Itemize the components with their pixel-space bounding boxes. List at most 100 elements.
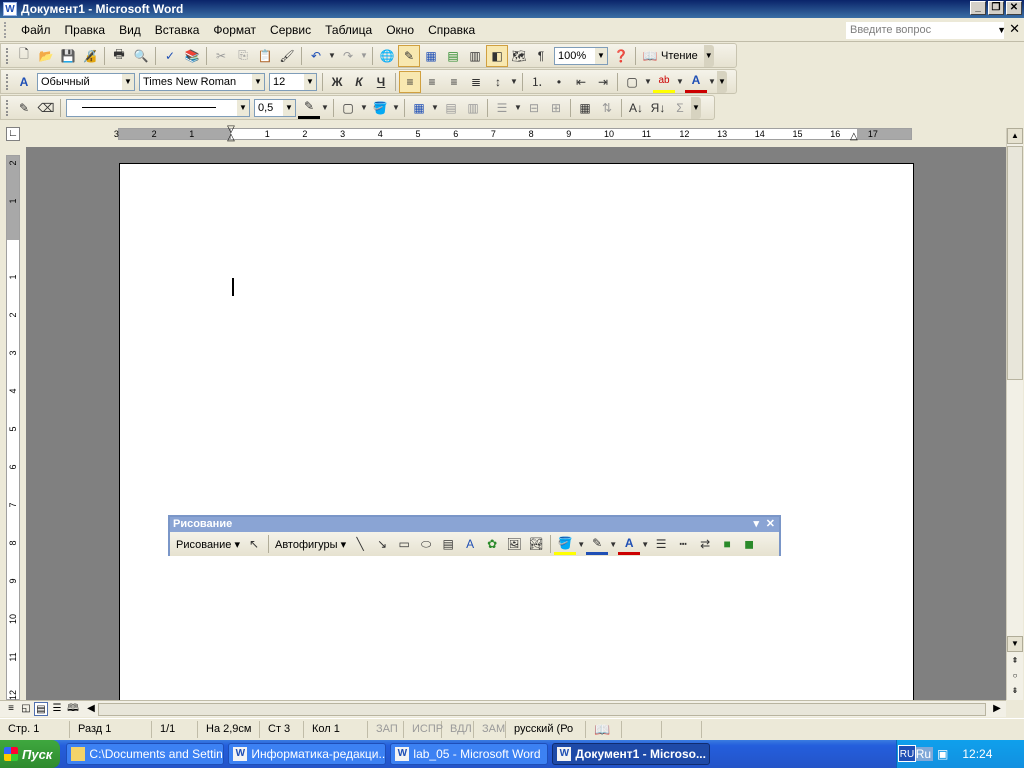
- toolbar-options-icon[interactable]: ▾: [753, 517, 759, 532]
- next-page-icon[interactable]: ⇟: [1007, 684, 1023, 700]
- fill-color-icon[interactable]: 🪣: [554, 533, 577, 555]
- toolbar-options-icon[interactable]: ▼: [703, 44, 714, 67]
- chevron-down-icon[interactable]: ▼: [122, 73, 134, 90]
- highlight-dropdown-icon[interactable]: ▼: [675, 71, 685, 93]
- drawing-icon[interactable]: ◧: [486, 44, 508, 67]
- highlight-icon[interactable]: ab: [653, 71, 675, 93]
- undo-icon[interactable]: ↶: [305, 45, 327, 67]
- font-color-dropdown-icon[interactable]: ▼: [707, 71, 717, 93]
- tab-selector[interactable]: ∟: [6, 127, 20, 141]
- sort-descending-icon[interactable]: Я↓: [647, 97, 669, 119]
- menu-view[interactable]: Вид: [112, 23, 148, 37]
- spelling-icon[interactable]: ✓: [159, 45, 181, 67]
- redo-dropdown-icon[interactable]: ▼: [359, 45, 369, 67]
- style-select[interactable]: Обычный ▼: [37, 72, 135, 91]
- underline-icon[interactable]: Ч: [370, 71, 392, 93]
- scroll-left-icon[interactable]: ◀: [84, 702, 98, 716]
- web-view-icon[interactable]: ◱: [19, 702, 33, 716]
- chevron-down-icon[interactable]: ▼: [252, 73, 264, 90]
- print-preview-icon[interactable]: 🔍: [130, 45, 152, 67]
- line-color-dropdown-icon[interactable]: ▼: [608, 533, 618, 555]
- arrow-icon[interactable]: ↘: [371, 533, 393, 555]
- close-document-icon[interactable]: ✕: [1009, 21, 1020, 37]
- close-icon[interactable]: ✕: [766, 517, 775, 532]
- format-painter-icon[interactable]: 🖌: [276, 45, 298, 67]
- menu-insert[interactable]: Вставка: [148, 23, 207, 37]
- toolbar-options-icon[interactable]: ▼: [717, 70, 727, 93]
- font-color-icon[interactable]: A: [685, 71, 707, 93]
- picture-icon[interactable]: 🏞: [525, 533, 547, 555]
- chevron-down-icon[interactable]: ▼: [595, 47, 607, 64]
- align-left-icon[interactable]: ≡: [399, 70, 421, 93]
- status-ext[interactable]: ВДЛ: [442, 720, 474, 738]
- sort-ascending-icon[interactable]: A↓: [625, 97, 647, 119]
- menu-edit[interactable]: Правка: [58, 23, 113, 37]
- menu-format[interactable]: Формат: [206, 23, 263, 37]
- chevron-down-icon[interactable]: ▼: [237, 99, 249, 116]
- drawing-toolbar-title[interactable]: Рисование ▾ ✕: [170, 517, 779, 532]
- document-page[interactable]: [119, 163, 914, 700]
- font-size-select[interactable]: 12 ▼: [269, 72, 317, 91]
- arrow-style-icon[interactable]: ⇄: [694, 533, 716, 555]
- line-spacing-icon[interactable]: ↕: [487, 71, 509, 93]
- toolbar-grip[interactable]: [6, 47, 9, 64]
- taskbar-item-informatika[interactable]: W Информатика-редакци...: [228, 743, 387, 765]
- insert-table-icon[interactable]: ▦: [420, 45, 442, 67]
- menu-tools[interactable]: Сервис: [263, 23, 318, 37]
- columns-icon[interactable]: ▥: [464, 45, 486, 67]
- clock[interactable]: 12:24: [962, 747, 992, 761]
- draw-menu-button[interactable]: Рисование ▾: [173, 538, 243, 551]
- show-hide-icon[interactable]: ¶: [530, 45, 552, 67]
- select-browse-object-icon[interactable]: ○: [1007, 669, 1023, 685]
- toolbar-grip[interactable]: [6, 73, 9, 90]
- numbering-icon[interactable]: ⒈: [526, 71, 548, 93]
- horizontal-scrollbar[interactable]: ≡ ◱ ▤ ☰ 🕮 ◀ ▶: [0, 700, 1006, 717]
- decrease-indent-icon[interactable]: ⇤: [570, 71, 592, 93]
- ask-dropdown-icon[interactable]: ▼: [997, 22, 1006, 39]
- align-cell-icon[interactable]: ☰: [491, 97, 513, 119]
- oval-icon[interactable]: ⬭: [415, 533, 437, 555]
- borders-icon[interactable]: ▢: [621, 71, 643, 93]
- border-color-icon[interactable]: ✎: [298, 97, 320, 119]
- chevron-down-icon[interactable]: ▼: [283, 99, 295, 116]
- diagram-icon[interactable]: ✿: [481, 533, 503, 555]
- start-button[interactable]: Пуск: [0, 740, 61, 768]
- italic-icon[interactable]: К: [348, 71, 370, 93]
- toolbar-options-icon[interactable]: ▼: [691, 96, 701, 119]
- text-direction-icon[interactable]: ⇅: [596, 97, 618, 119]
- font-color-icon[interactable]: A: [618, 533, 641, 555]
- line-color-icon[interactable]: ✎: [586, 533, 609, 555]
- undo-dropdown-icon[interactable]: ▼: [327, 45, 337, 67]
- menu-window[interactable]: Окно: [379, 23, 421, 37]
- select-objects-icon[interactable]: ↖: [243, 533, 265, 555]
- hyperlink-icon[interactable]: 🌐: [376, 45, 398, 67]
- 3d-style-icon[interactable]: ◼: [738, 533, 760, 555]
- distribute-rows-icon[interactable]: ⊟: [523, 97, 545, 119]
- new-document-icon[interactable]: 🗋: [13, 45, 35, 67]
- ask-question-input[interactable]: Введите вопрос: [846, 22, 1004, 39]
- document-area[interactable]: [26, 147, 1006, 700]
- shading-dropdown-icon[interactable]: ▼: [391, 97, 401, 119]
- chevron-down-icon[interactable]: ▼: [304, 73, 316, 90]
- menu-help[interactable]: Справка: [421, 23, 482, 37]
- justify-icon[interactable]: ≣: [465, 71, 487, 93]
- status-ovr[interactable]: ЗАМ: [474, 720, 506, 738]
- line-spacing-dropdown-icon[interactable]: ▼: [509, 71, 519, 93]
- insert-table-icon[interactable]: ▦: [408, 97, 430, 119]
- dash-style-icon[interactable]: ┅: [672, 533, 694, 555]
- normal-view-icon[interactable]: ≡: [4, 702, 18, 716]
- styles-icon[interactable]: A: [13, 71, 35, 93]
- shadow-style-icon[interactable]: ■: [716, 533, 738, 555]
- line-style-select[interactable]: ▼: [66, 98, 250, 117]
- horizontal-ruler[interactable]: 3 2 1 1 2 3 4 5 6 7 8 9 10 11 12 13 14 15 16 17 ▽ △ △: [114, 125, 912, 143]
- reading-icon[interactable]: 📖: [639, 45, 661, 67]
- vertical-scroll-thumb[interactable]: [1007, 146, 1023, 380]
- taskbar-item-lab05[interactable]: Wlab_05 - Microsoft Word: [390, 743, 549, 765]
- align-right-icon[interactable]: ≡: [443, 71, 465, 93]
- fill-color-dropdown-icon[interactable]: ▼: [576, 533, 586, 555]
- draw-table-icon[interactable]: ✎: [13, 97, 35, 119]
- status-rec[interactable]: ЗАП: [368, 720, 404, 738]
- line-weight-select[interactable]: 0,5 ▼: [254, 98, 296, 117]
- paste-icon[interactable]: 📋: [254, 45, 276, 67]
- increase-indent-icon[interactable]: ⇥: [592, 71, 614, 93]
